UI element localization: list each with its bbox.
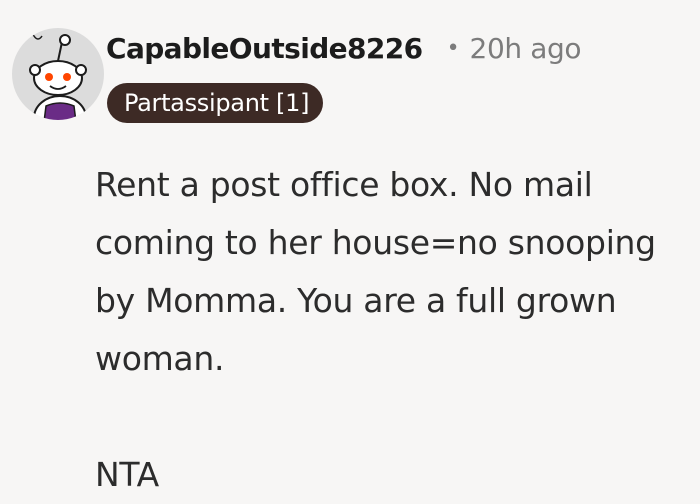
comment-header: CapableOutside8226 • 20h ago bbox=[106, 28, 581, 68]
meta-separator: • bbox=[446, 35, 460, 61]
snoo-avatar-icon[interactable] bbox=[10, 26, 106, 122]
comment-paragraph: Rent a post office box. No mail coming t… bbox=[95, 165, 656, 378]
comment-body: Rent a post office box. No mail coming t… bbox=[95, 156, 685, 504]
user-flair-badge: Partassipant [1] bbox=[107, 83, 324, 123]
timestamp[interactable]: 20h ago bbox=[470, 32, 582, 65]
comment-paragraph: NTA bbox=[95, 455, 159, 494]
comment: CapableOutside8226 • 20h ago Partassipan… bbox=[0, 0, 700, 495]
username-link[interactable]: CapableOutside8226 bbox=[106, 32, 423, 65]
